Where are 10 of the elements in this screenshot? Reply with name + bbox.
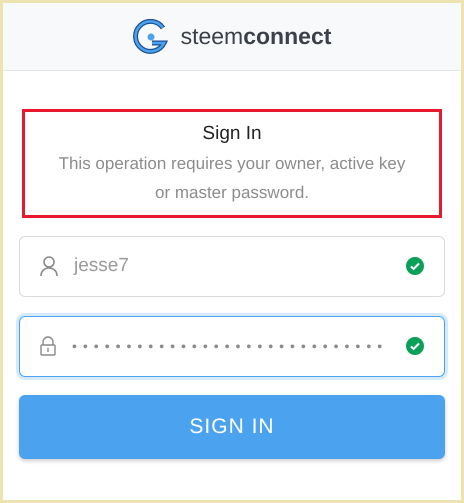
password-dots: ••••••••••••••••••••••••••••• [72, 336, 390, 356]
lock-icon [40, 336, 56, 356]
sign-in-button[interactable]: SIGN IN [19, 394, 445, 458]
notice-message: This operation requires your owner, active key or master password. [58, 152, 406, 204]
user-icon [40, 255, 58, 277]
notice-title: Sign In [202, 122, 262, 146]
brand-name: steemconnect [180, 22, 332, 52]
input-field[interactable]: jesse7 [19, 236, 445, 296]
logo-icon [132, 18, 169, 54]
field-value: jesse7 [74, 254, 130, 278]
